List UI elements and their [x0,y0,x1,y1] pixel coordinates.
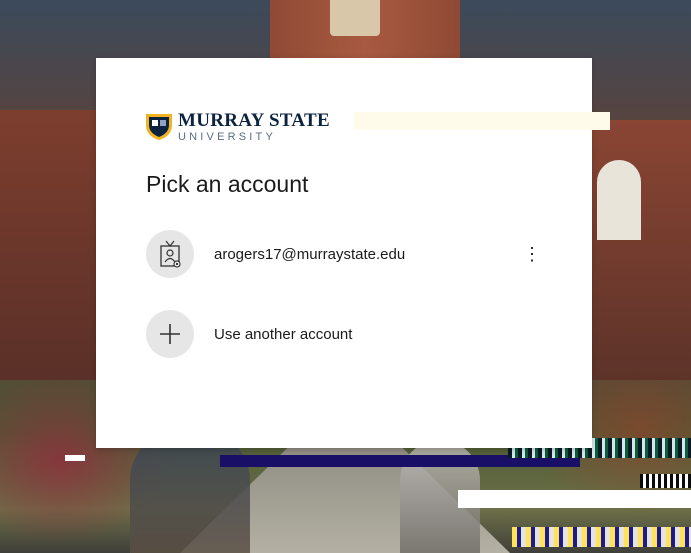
account-picker-card: MURRAY STATE UNIVERSITY Pick an account … [96,58,610,448]
use-another-account-button[interactable]: Use another account [146,308,542,360]
shield-logo-icon [146,114,172,140]
university-logo: MURRAY STATE UNIVERSITY [144,111,330,143]
logo-text-sub: UNIVERSITY [178,131,277,143]
render-glitch [640,474,691,488]
account-item[interactable]: arogers17@murraystate.edu ⋮ [146,228,542,280]
user-badge-icon [160,240,181,268]
use-another-account-label: Use another account [214,325,353,343]
render-glitch [512,527,691,547]
page-title: Pick an account [146,171,309,197]
bg-arch-window [597,160,641,240]
bg-tower-window [330,0,380,36]
plus-icon [160,324,180,344]
bg-building-right [586,120,691,380]
bg-building-left [0,110,100,380]
logo-bar [354,112,610,130]
render-glitch [458,490,691,508]
logo-text-main: MURRAY STATE [178,110,330,131]
bg-people [130,430,250,553]
render-glitch [65,455,85,461]
more-options-icon[interactable]: ⋮ [522,228,542,280]
avatar [146,230,194,278]
account-email: arogers17@murraystate.edu [214,245,406,263]
avatar [146,310,194,358]
